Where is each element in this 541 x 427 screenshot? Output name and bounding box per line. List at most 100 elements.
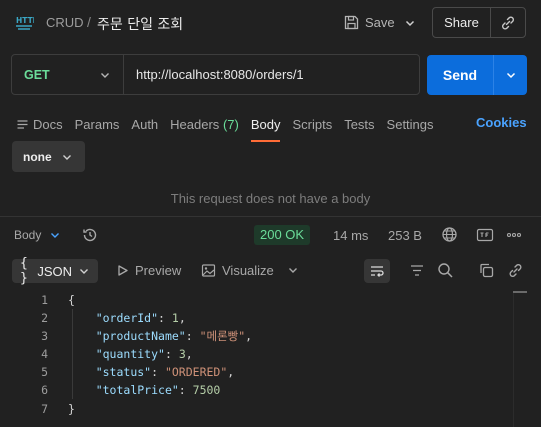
code-token: "status" (95, 365, 152, 380)
breadcrumb-separator: / (87, 14, 91, 30)
response-body-label: Body (14, 228, 42, 242)
status-badge[interactable]: 200 OK (254, 225, 311, 245)
line-number: 6 (41, 383, 48, 398)
chevron-down-icon (404, 17, 416, 29)
code-token: "quantity" (95, 347, 165, 362)
url-input[interactable]: http://localhost:8080/orders/1 (124, 67, 304, 82)
code-line: 1{ (0, 291, 512, 309)
code-token: , (227, 365, 235, 380)
code-token: "productName" (95, 329, 186, 344)
save-options-button[interactable] (398, 10, 422, 35)
http-request-icon: HTTP (14, 12, 34, 32)
line-number: 3 (41, 329, 48, 344)
filter-icon[interactable] (409, 263, 425, 278)
breadcrumb-collection[interactable]: CRUD (46, 15, 84, 30)
method-select[interactable]: GET (12, 55, 124, 94)
tab-headers-label: Headers (170, 116, 220, 132)
chevron-down-icon (61, 151, 73, 163)
code-token: 7500 (192, 383, 221, 398)
response-format-label: JSON (37, 263, 72, 279)
response-body-toggle[interactable]: Body (14, 228, 61, 242)
chevron-down-icon[interactable] (287, 264, 299, 276)
url-bar: GET http://localhost:8080/orders/1 (11, 54, 420, 95)
tab-tests[interactable]: Tests (344, 117, 374, 132)
code-token: 3 (178, 347, 186, 362)
code-token: : (158, 311, 172, 326)
code-token: "totalPrice" (95, 383, 179, 398)
response-format-select[interactable]: { } JSON (12, 256, 98, 286)
tab-docs[interactable]: Docs (16, 117, 63, 132)
pane-divider[interactable] (0, 216, 541, 217)
preview-button[interactable]: Preview (116, 263, 181, 278)
wrap-lines-button[interactable] (364, 259, 390, 283)
code-token: { (68, 293, 75, 307)
tab-headers[interactable]: Headers (7) (170, 117, 239, 132)
send-options-button[interactable] (493, 55, 527, 95)
line-content: "quantity": 3, (48, 345, 193, 363)
line-content: "status": "ORDERED", (48, 363, 235, 381)
body-type-select[interactable]: none (12, 141, 85, 172)
code-token: 1 (171, 311, 179, 326)
headers-count-badge: (7) (222, 116, 239, 132)
body-type-label: none (23, 149, 52, 164)
tab-scripts[interactable]: Scripts (292, 117, 332, 132)
line-number: 4 (41, 347, 48, 362)
send-button[interactable]: Send (427, 55, 493, 95)
docs-icon (16, 118, 29, 131)
method-label: GET (24, 67, 50, 82)
save-button[interactable]: Save (340, 10, 399, 35)
cookies-link[interactable]: Cookies (476, 115, 527, 130)
code-token: , (185, 347, 193, 362)
tab-auth[interactable]: Auth (131, 117, 158, 132)
response-code-view[interactable]: 1{2 "orderId": 1, 3 "productName": "메론빵",… (0, 291, 512, 418)
globe-icon[interactable] (441, 226, 458, 243)
scrollbar-thumb[interactable] (513, 291, 527, 293)
code-token: : (178, 383, 193, 398)
tab-params[interactable]: Params (75, 117, 120, 132)
copy-link-button[interactable] (491, 15, 525, 31)
visualize-label: Visualize (222, 263, 274, 278)
tab-body[interactable]: Body (250, 117, 280, 142)
request-tabs: Docs Params Auth Headers (7) Body Script… (16, 113, 446, 142)
code-token: } (68, 401, 75, 416)
line-content: "orderId": 1, (48, 309, 186, 327)
response-size[interactable]: 253 B (388, 228, 422, 243)
chevron-down-icon (78, 265, 90, 277)
json-brace-icon: { } (20, 256, 28, 286)
tab-settings[interactable]: Settings (387, 117, 434, 132)
more-icon[interactable] (506, 227, 522, 243)
response-time[interactable]: 14 ms (333, 228, 368, 243)
code-line: 2 "orderId": 1, (0, 309, 512, 327)
code-line: 5 "status": "ORDERED", (0, 363, 512, 381)
preview-label: Preview (135, 263, 182, 278)
request-title[interactable]: 주문 단일 조회 (97, 14, 183, 34)
chevron-down-icon (99, 69, 111, 81)
send-group: Send (427, 55, 527, 95)
save-label: Save (365, 15, 395, 30)
empty-body-message: This request does not have a body (170, 191, 371, 206)
code-token: , (245, 329, 253, 344)
code-token: : (185, 329, 200, 344)
history-icon[interactable] (82, 227, 98, 243)
search-icon[interactable] (437, 262, 454, 279)
line-number: 1 (41, 293, 48, 307)
chevron-down-icon (49, 229, 61, 241)
wrap-lines-icon (369, 264, 385, 278)
share-group: Share (432, 7, 526, 38)
code-line: 6 "totalPrice": 7500 (0, 381, 512, 399)
link-icon[interactable] (507, 262, 524, 279)
save-response-icon[interactable] (476, 227, 494, 243)
line-content: { (48, 291, 75, 309)
line-content: "totalPrice": 7500 (48, 381, 221, 399)
copy-icon[interactable] (478, 262, 495, 279)
line-number: 2 (41, 311, 48, 326)
save-icon (344, 15, 359, 30)
link-icon (500, 15, 516, 31)
code-line: 4 "quantity": 3, (0, 345, 512, 363)
code-token: : (164, 347, 179, 362)
image-icon (201, 263, 216, 278)
scrollbar-track[interactable] (513, 293, 514, 427)
visualize-button[interactable]: Visualize (201, 263, 274, 278)
share-button[interactable]: Share (433, 8, 491, 37)
code-token: : (151, 365, 165, 380)
